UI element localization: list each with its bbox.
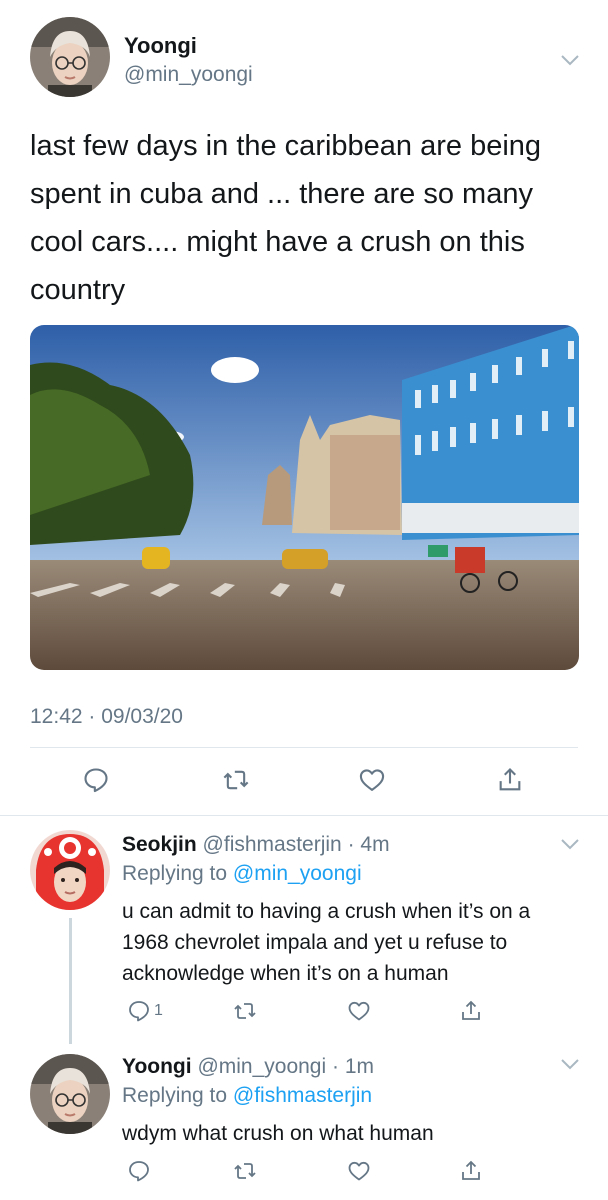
retweet-button[interactable] (233, 1158, 257, 1184)
retweet-button[interactable] (221, 765, 251, 795)
reply-text: wdym what crush on what human (122, 1122, 434, 1145)
replying-to-link[interactable]: @fishmasterjin (233, 1084, 372, 1107)
like-icon (348, 1161, 370, 1181)
chevron-down-icon[interactable] (560, 54, 580, 66)
reply-tweet[interactable]: Seokjin @fishmasterjin · 4m Replying to … (0, 816, 608, 1044)
thread-line (69, 918, 72, 1044)
chevron-down-icon[interactable] (560, 1058, 580, 1070)
replying-to-link[interactable]: @min_yoongi (233, 862, 362, 885)
share-button[interactable] (459, 998, 483, 1024)
timestamp: 12:42 · 09/03/20 (30, 705, 183, 728)
tweet-text: last few days in the caribbean are being… (30, 130, 542, 306)
handle[interactable]: @min_yoongi (124, 63, 253, 87)
main-tweet: Yoongi @min_yoongi last few days in the … (0, 0, 608, 815)
like-button[interactable] (347, 1158, 371, 1184)
retweet-icon (234, 1003, 256, 1019)
avatar[interactable] (30, 17, 110, 97)
reply-button[interactable]: 1 (127, 998, 163, 1024)
replying-to: Replying to @min_yoongi (122, 862, 362, 885)
share-icon (462, 1000, 480, 1020)
reply-button[interactable] (81, 765, 111, 795)
retweet-button[interactable] (233, 998, 257, 1024)
reply-icon (84, 768, 108, 793)
like-icon (348, 1001, 370, 1021)
chevron-down-icon[interactable] (560, 838, 580, 850)
reply-button[interactable] (127, 1158, 154, 1184)
reply-count: 1 (154, 1002, 163, 1019)
like-button[interactable] (347, 998, 371, 1024)
display-name[interactable]: Yoongi (122, 1055, 192, 1078)
reply-icon (129, 1161, 149, 1182)
retweet-icon (223, 770, 249, 790)
divider (30, 747, 578, 748)
handle-time: @fishmasterjin · 4m (202, 833, 390, 856)
replying-to: Replying to @fishmasterjin (122, 1084, 373, 1107)
display-name[interactable]: Yoongi (124, 33, 197, 59)
share-button[interactable] (495, 765, 525, 795)
reply-text: u can admit to having a crush when it’s … (122, 900, 531, 985)
reply-tweet[interactable]: Yoongi @min_yoongi · 1m Replying to @fis… (0, 1044, 608, 1200)
like-button[interactable] (357, 765, 387, 795)
retweet-icon (234, 1163, 256, 1179)
handle-time: @min_yoongi · 1m (197, 1055, 374, 1078)
avatar[interactable] (30, 830, 110, 910)
avatar[interactable] (30, 1054, 110, 1134)
share-button[interactable] (459, 1158, 483, 1184)
reply-icon (129, 1001, 149, 1022)
tweet-photo[interactable] (30, 325, 579, 670)
share-icon (462, 1160, 480, 1180)
like-icon (359, 769, 385, 791)
share-icon (499, 768, 521, 791)
display-name[interactable]: Seokjin (122, 833, 197, 856)
